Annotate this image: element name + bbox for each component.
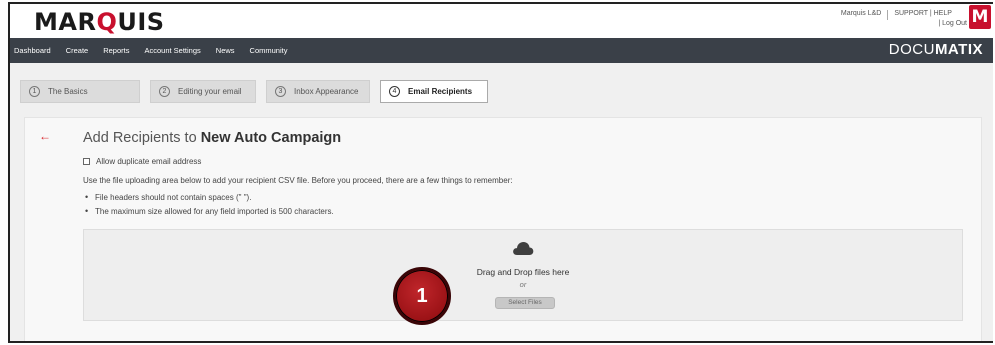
nav-account-settings[interactable]: Account Settings <box>144 46 200 55</box>
m-logo-badge: M <box>969 5 991 29</box>
user-name[interactable]: Marquis L&D <box>835 10 889 20</box>
step-number: 3 <box>275 86 286 97</box>
logo-text-accent: Q <box>96 8 118 36</box>
campaign-name: New Auto Campaign <box>200 130 342 146</box>
main-nav: Dashboard Create Reports Account Setting… <box>10 38 993 63</box>
logo-text-part: MAR <box>34 8 97 36</box>
step-label: Inbox Appearance <box>294 87 359 96</box>
support-help-link[interactable]: SUPPORT | HELP <box>894 10 967 17</box>
account-links: Marquis L&D SUPPORT | HELP | Log Out <box>835 10 967 27</box>
wizard-steps: 1 The Basics 2 Editing your email 3 Inbo… <box>20 80 488 103</box>
step-number: 2 <box>159 86 170 97</box>
upload-rules-list: File headers should not contain spaces (… <box>83 192 334 221</box>
allow-duplicate-row[interactable]: Allow duplicate email address <box>83 157 201 166</box>
cloud-icon <box>513 242 534 255</box>
top-header: MARQUIS Marquis L&D SUPPORT | HELP | Log… <box>10 4 993 38</box>
nav-create[interactable]: Create <box>66 46 89 55</box>
page-title: Add Recipients to New Auto Campaign <box>83 130 341 146</box>
list-item: The maximum size allowed for any field i… <box>83 206 334 216</box>
dropzone-text: Drag and Drop files here <box>476 267 570 277</box>
arrow-left-icon[interactable]: ← <box>39 129 51 143</box>
step-the-basics[interactable]: 1 The Basics <box>20 80 140 103</box>
file-dropzone[interactable]: Drag and Drop files here or Select Files <box>83 229 963 321</box>
help-links: SUPPORT | HELP | Log Out <box>888 10 967 27</box>
step-label: The Basics <box>48 87 88 96</box>
step-label: Editing your email <box>178 87 242 96</box>
app-frame: MARQUIS Marquis L&D SUPPORT | HELP | Log… <box>8 2 993 343</box>
step-editing-email[interactable]: 2 Editing your email <box>150 80 256 103</box>
upload-instructions: Use the file uploading area below to add… <box>83 176 513 185</box>
brand-bold: MATIX <box>934 41 983 58</box>
brand-light: DOCU <box>888 41 935 58</box>
step-label: Email Recipients <box>408 87 473 96</box>
marquis-logo[interactable]: MARQUIS <box>34 8 165 36</box>
allow-duplicate-label: Allow duplicate email address <box>96 157 202 166</box>
logo-text-part: UIS <box>117 8 165 36</box>
title-prefix: Add Recipients to <box>83 130 201 146</box>
step-number: 4 <box>389 86 400 97</box>
step-callout-badge: 1 <box>393 267 451 325</box>
step-email-recipients[interactable]: 4 Email Recipients <box>380 80 488 103</box>
nav-community[interactable]: Community <box>250 46 288 55</box>
select-files-button[interactable]: Select Files <box>495 297 555 309</box>
log-out-link[interactable]: | Log Out <box>894 20 967 27</box>
nav-reports[interactable]: Reports <box>103 46 129 55</box>
allow-duplicate-checkbox[interactable] <box>83 158 90 165</box>
nav-news[interactable]: News <box>216 46 235 55</box>
nav-items: Dashboard Create Reports Account Setting… <box>14 38 302 63</box>
nav-dashboard[interactable]: Dashboard <box>14 46 51 55</box>
step-inbox-appearance[interactable]: 3 Inbox Appearance <box>266 80 370 103</box>
documatix-brand: DOCUMATIX <box>889 41 983 58</box>
dropzone-or: or <box>519 280 527 289</box>
step-number: 1 <box>29 86 40 97</box>
recipients-card: ← Add Recipients to New Auto Campaign Al… <box>24 117 982 341</box>
list-item: File headers should not contain spaces (… <box>83 192 334 202</box>
